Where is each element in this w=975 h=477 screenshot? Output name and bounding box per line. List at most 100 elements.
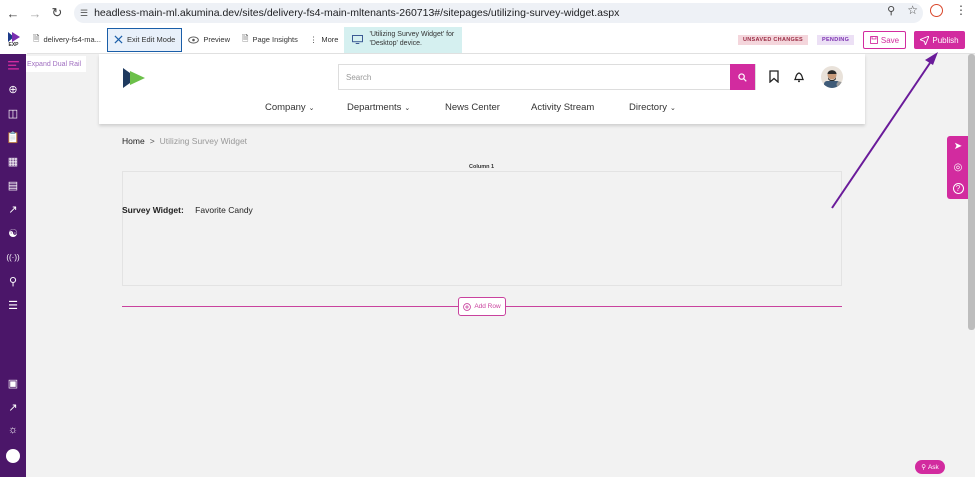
clipboard-icon[interactable]: 📋 — [4, 128, 22, 146]
breadcrumb-current: Utilizing Survey Widget — [159, 136, 248, 146]
search-button[interactable] — [730, 64, 755, 90]
breadcrumb: Home > Utilizing Survey Widget — [122, 136, 247, 146]
nav-company-label: Company — [265, 102, 306, 113]
broadcast-icon[interactable]: ((·)) — [4, 248, 22, 266]
images-icon[interactable]: ▦ — [4, 152, 22, 170]
more-label: More — [321, 35, 339, 44]
rocket-icon[interactable]: ➤ — [954, 141, 962, 152]
chevron-down-icon: ⌄ — [308, 104, 315, 112]
unsaved-changes-badge: UNSAVED CHANGES — [738, 35, 809, 45]
bookmark-icon[interactable] — [766, 68, 782, 84]
plus-circle-icon — [463, 302, 472, 311]
reload-icon[interactable]: ↻ — [46, 2, 68, 24]
left-rail: ⊕ ◫ 📋 ▦ ▤ ↗ ☯ ((·)) ⚲ ☰ ▣ ↗ ☼ — [0, 54, 26, 477]
user-avatar-icon[interactable] — [4, 447, 22, 465]
page-canvas: Search Company ⌄ Departments ⌄ News Cent… — [99, 54, 865, 477]
nav-directory[interactable]: Directory ⌄ — [629, 102, 676, 113]
sitemap-icon[interactable]: ◫ — [4, 104, 22, 122]
survey-widget[interactable]: Survey Widget: Favorite Candy — [122, 205, 253, 215]
bell-icon[interactable] — [791, 68, 807, 84]
lightbulb-icon[interactable]: ⚲ — [4, 272, 22, 290]
more-icon: ⋮ — [309, 35, 318, 44]
search-box: Search — [338, 64, 756, 90]
preview-button[interactable]: Preview — [182, 28, 236, 52]
right-tools-panel: ➤ ◎ ? — [947, 136, 969, 199]
search-icon — [738, 72, 747, 82]
site-header: Search Company ⌄ Departments ⌄ News Cent… — [99, 54, 865, 124]
exit-edit-mode-button[interactable]: Exit Edit Mode — [106, 27, 183, 52]
user-avatar[interactable] — [821, 66, 843, 88]
breadcrumb-home[interactable]: Home — [122, 136, 145, 146]
bug-icon[interactable]: ☼ — [4, 421, 22, 439]
bookmark-star-icon[interactable]: ☆ — [907, 3, 918, 17]
back-icon[interactable]: ← — [2, 2, 24, 24]
award-icon[interactable]: ☯ — [4, 224, 22, 242]
search-input[interactable]: Search — [346, 73, 730, 82]
layout-icon[interactable]: ▤ — [4, 176, 22, 194]
device-info-line1: 'Utilizing Survey Widget' for — [369, 31, 455, 39]
column-container[interactable] — [122, 171, 842, 286]
exp-logo-icon — [7, 31, 20, 42]
site-tab[interactable]: 🗎 delivery-fs4-ma... — [27, 28, 107, 52]
exp-logo-text: EXP — [8, 41, 19, 48]
chevron-down-icon: ⌄ — [404, 104, 411, 112]
site-info-icon[interactable]: ☰ — [80, 8, 88, 19]
nav-departments[interactable]: Departments ⌄ — [347, 102, 410, 113]
nav-news-center-label: News Center — [445, 102, 500, 113]
preview-label: Preview — [203, 35, 230, 44]
analytics-icon[interactable]: ↗ — [4, 200, 22, 218]
globe-icon[interactable]: ◎ — [954, 162, 963, 173]
eye-icon — [188, 36, 200, 43]
calendar-icon[interactable]: ▣ — [4, 374, 22, 392]
nav-activity-stream[interactable]: Activity Stream — [531, 102, 594, 113]
lightbulb-icon: ⚲ — [921, 464, 926, 471]
zoom-icon[interactable]: ⚲ — [887, 4, 895, 17]
external-link-icon[interactable]: ↗ — [4, 398, 22, 416]
page-insights-label: Page Insights — [252, 35, 298, 44]
site-logo-icon — [123, 68, 145, 88]
url-text: headless-main-ml.akumina.dev/sites/deliv… — [94, 7, 620, 19]
address-bar[interactable]: ☰ headless-main-ml.akumina.dev/sites/del… — [74, 3, 923, 23]
save-icon — [869, 36, 878, 44]
insights-icon: 🗎 — [242, 33, 249, 43]
save-button[interactable]: Save — [863, 31, 906, 49]
exp-logo[interactable]: EXP — [0, 25, 27, 54]
add-row-label: Add Row — [474, 303, 501, 310]
pending-badge: PENDING — [817, 35, 855, 45]
expand-dual-rail-button[interactable]: Expand Dual Rail — [26, 56, 87, 72]
page-insights-button[interactable]: 🗎 Page Insights — [236, 28, 304, 52]
survey-widget-label: Survey Widget: — [122, 205, 184, 215]
column-label: Column 1 — [469, 164, 495, 170]
more-button[interactable]: ⋮ More — [304, 28, 345, 52]
forward-icon[interactable]: → — [24, 2, 46, 24]
add-row-button[interactable]: Add Row — [458, 297, 506, 316]
add-circle-icon[interactable]: ⊕ — [4, 80, 22, 98]
profile-icon[interactable] — [930, 3, 943, 17]
send-icon — [920, 35, 930, 45]
publish-button[interactable]: Publish — [914, 31, 965, 49]
pencil-off-icon — [114, 35, 123, 44]
chevron-down-icon: ⌄ — [670, 104, 676, 112]
browser-menu-icon[interactable]: ⋮ — [955, 3, 967, 17]
publish-label: Publish — [932, 35, 959, 45]
save-label: Save — [880, 35, 900, 45]
device-info-banner: 'Utilizing Survey Widget' for 'Desktop' … — [344, 26, 463, 53]
scrollbar[interactable] — [968, 54, 975, 330]
nav-news-center[interactable]: News Center — [445, 102, 500, 113]
desktop-icon — [352, 35, 364, 44]
nav-company[interactable]: Company ⌄ — [265, 102, 315, 113]
nav-activity-stream-label: Activity Stream — [531, 102, 595, 113]
checklist-icon[interactable]: ☰ — [4, 296, 22, 314]
survey-widget-value: Favorite Candy — [195, 205, 253, 215]
exit-edit-mode-label: Exit Edit Mode — [126, 35, 176, 44]
help-icon[interactable]: ? — [952, 183, 964, 194]
ask-label: Ask — [927, 463, 939, 471]
nav-directory-label: Directory — [629, 102, 668, 113]
avatar-icon — [824, 70, 843, 88]
ask-button[interactable]: ⚲ Ask — [915, 460, 945, 474]
page-icon: 🗎 — [33, 33, 40, 43]
nav-departments-label: Departments — [347, 102, 402, 113]
expand-rail-icon[interactable] — [4, 56, 22, 74]
browser-toolbar: ← → ↻ ☰ headless-main-ml.akumina.dev/sit… — [0, 0, 975, 26]
site-logo[interactable] — [121, 66, 147, 95]
